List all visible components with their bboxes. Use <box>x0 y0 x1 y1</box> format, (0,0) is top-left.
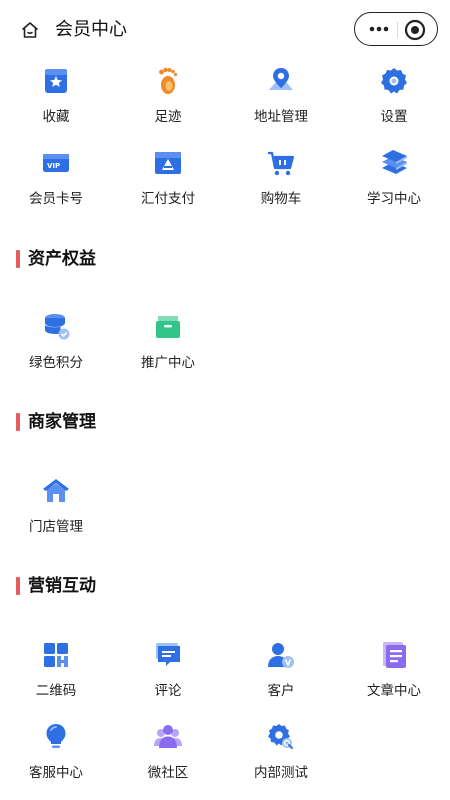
grid-item-label: 门店管理 <box>29 519 83 535</box>
grid-item-label: 收藏 <box>42 109 70 125</box>
grid-item-label: 客户 <box>267 683 295 699</box>
grid-item-green-points[interactable]: 绿色积分 <box>0 312 112 384</box>
grid-item-favorite[interactable]: 收藏 <box>0 66 112 138</box>
grid-item-qrcode[interactable]: 二维码 <box>0 640 112 712</box>
capsule-divider <box>397 22 398 38</box>
grid-item-label: 绿色积分 <box>29 355 83 371</box>
books-icon <box>382 150 407 174</box>
grid-item-label: 文章中心 <box>367 683 421 699</box>
store-house-icon <box>43 479 69 502</box>
vip-card-icon: VIP <box>43 154 69 172</box>
grid-item-label: 会员卡号 <box>29 191 83 207</box>
grid-item-community[interactable]: 微社区 <box>112 722 224 794</box>
grid-item-label: 足迹 <box>154 109 182 125</box>
section-title-text: 资产权益 <box>28 249 96 269</box>
grid-item-footprint[interactable]: 足迹 <box>112 66 224 138</box>
grid-item-vip-card[interactable]: VIP 会员卡号 <box>0 148 112 220</box>
grid-item-service[interactable]: 客服中心 <box>0 722 112 794</box>
merchant-grid: 门店管理 <box>0 476 450 548</box>
grid-item-article[interactable]: 文章中心 <box>338 640 450 712</box>
community-icon <box>154 725 182 748</box>
grid-item-label: 内部测试 <box>254 765 308 781</box>
map-pin-icon <box>269 68 293 90</box>
qrcode-icon <box>44 643 68 667</box>
grid-item-label: 学习中心 <box>367 191 421 207</box>
grid-item-settings[interactable]: 设置 <box>338 66 450 138</box>
footprint-icon <box>159 67 178 94</box>
grid-item-comment[interactable]: 评论 <box>112 640 224 712</box>
grid-item-label: 客服中心 <box>29 765 83 781</box>
home-icon[interactable] <box>20 20 40 40</box>
shopping-cart-icon <box>268 151 295 176</box>
gear-search-icon <box>268 724 293 749</box>
grid-item-label: 微社区 <box>147 765 189 781</box>
marketing-grid: 二维码 评论 客户 文章中心 客服中心 微社区 内部测试 <box>0 640 450 790</box>
comment-icon <box>156 643 180 666</box>
grid-item-label: 评论 <box>154 683 182 699</box>
section-accent-bar <box>16 413 20 431</box>
grid-item-label: 二维码 <box>35 683 77 699</box>
section-accent-bar <box>16 250 20 268</box>
target-close-icon[interactable] <box>404 19 426 41</box>
payment-card-icon <box>155 152 181 174</box>
grid-item-internal-test[interactable]: 内部测试 <box>225 722 337 794</box>
gear-icon <box>381 68 407 94</box>
grid-item-promotion[interactable]: 推广中心 <box>112 312 224 384</box>
nav-header: 会员中心 <box>0 0 450 60</box>
points-coins-icon <box>45 314 70 340</box>
assets-grid: 绿色积分 推广中心 <box>0 312 450 384</box>
page-title: 会员中心 <box>55 19 127 40</box>
grid-item-study[interactable]: 学习中心 <box>338 148 450 220</box>
svg-text:VIP: VIP <box>47 162 60 170</box>
article-icon <box>383 642 406 668</box>
grid-item-cart[interactable]: 购物车 <box>225 148 337 220</box>
grid-item-store[interactable]: 门店管理 <box>0 476 112 548</box>
favorite-star-icon <box>45 69 67 93</box>
more-dots-icon[interactable] <box>368 22 390 36</box>
grid-item-address[interactable]: 地址管理 <box>225 66 337 138</box>
grid-item-label: 推广中心 <box>141 355 195 371</box>
section-title-text: 商家管理 <box>28 412 96 432</box>
lightbulb-service-icon <box>46 724 66 748</box>
grid-item-label: 地址管理 <box>254 109 308 125</box>
customer-vip-icon <box>268 643 294 668</box>
grid-item-label: 设置 <box>380 109 408 125</box>
grid-item-label: 汇付支付 <box>141 191 195 207</box>
grid-item-payment[interactable]: 汇付支付 <box>112 148 224 220</box>
section-accent-bar <box>16 577 20 595</box>
mini-program-capsule <box>354 12 438 46</box>
grid-item-label: 购物车 <box>260 191 302 207</box>
section-title-text: 营销互动 <box>28 576 96 596</box>
grid-item-customer[interactable]: 客户 <box>225 640 337 712</box>
top-function-grid: 收藏 足迹 地址管理 设置 VIP 会员卡号 汇付支付 购物车 学习中心 <box>0 66 450 216</box>
promotion-box-icon <box>156 316 180 338</box>
